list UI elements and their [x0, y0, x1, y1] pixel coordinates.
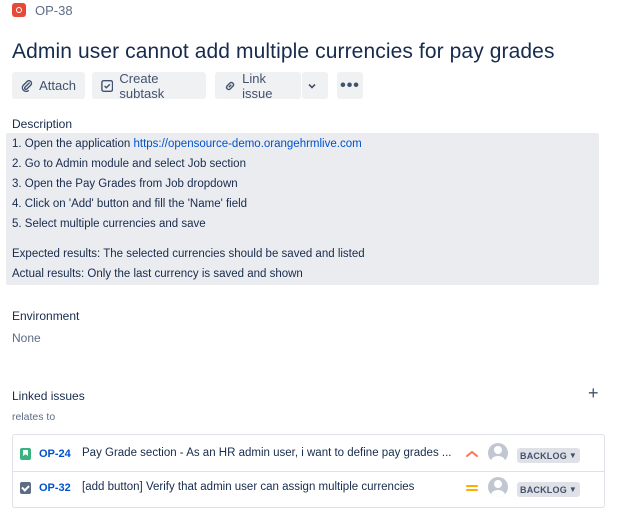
priority-medium-icon — [466, 485, 478, 491]
more-icon: ••• — [340, 76, 360, 94]
chevron-down-icon: ▼ — [568, 451, 578, 460]
linked-issue-key[interactable]: OP-32 — [39, 482, 71, 494]
chevron-down-icon — [308, 83, 316, 89]
add-linked-issue-button[interactable]: + — [588, 384, 599, 402]
status-label: BACKLOG — [520, 450, 567, 461]
linked-issues-label: Linked issues — [12, 389, 85, 403]
environment-value[interactable]: None — [12, 331, 41, 345]
description-step-1-text: 1. Open the application — [12, 138, 134, 150]
link-options-dropdown[interactable] — [302, 72, 328, 99]
description-step-3: 3. Open the Pay Grades from Job dropdown — [12, 178, 238, 190]
description-step-1: 1. Open the application https://opensour… — [12, 138, 362, 150]
paperclip-icon — [21, 79, 33, 92]
create-subtask-label: Create subtask — [119, 70, 165, 101]
chevron-down-icon: ▼ — [568, 485, 578, 494]
linked-issues-list: OP-24 Pay Grade section - As an HR admin… — [12, 434, 605, 508]
linked-issue-key[interactable]: OP-24 — [39, 448, 71, 460]
task-icon — [20, 482, 31, 494]
issue-key-link[interactable]: OP-38 — [35, 3, 73, 18]
assignee-avatar[interactable] — [488, 443, 508, 463]
environment-label: Environment — [12, 309, 80, 323]
expected-results: Expected results: The selected currencie… — [12, 248, 365, 260]
link-issue-label: Link issue — [242, 70, 273, 101]
issue-title[interactable]: Admin user cannot add multiple currencie… — [12, 40, 555, 64]
link-issue-button[interactable]: Link issue — [215, 70, 301, 101]
application-url-link[interactable]: https://opensource-demo.orangehrmlive.co… — [133, 138, 361, 150]
description-step-4: 4. Click on 'Add' button and fill the 'N… — [12, 198, 248, 210]
description-step-2: 2. Go to Admin module and select Job sec… — [12, 158, 246, 170]
assignee-avatar[interactable] — [488, 477, 508, 497]
status-dropdown[interactable]: BACKLOG ▼ — [517, 448, 581, 463]
priority-high-icon — [466, 450, 478, 457]
attach-button[interactable]: Attach — [12, 72, 85, 99]
linked-issue-summary[interactable]: Pay Grade section - As an HR admin user,… — [82, 447, 451, 459]
linked-issue-row[interactable]: OP-24 Pay Grade section - As an HR admin… — [13, 437, 604, 472]
status-dropdown[interactable]: BACKLOG ▼ — [517, 482, 581, 497]
description-label: Description — [12, 117, 73, 131]
actual-results: Actual results: Only the last currency i… — [12, 268, 303, 280]
linked-issue-summary[interactable]: [add button] Verify that admin user can … — [82, 481, 414, 493]
relation-label: relates to — [12, 411, 56, 423]
link-icon — [225, 81, 235, 90]
story-icon — [20, 448, 31, 460]
linked-issue-row[interactable]: OP-32 [add button] Verify that admin use… — [13, 471, 604, 505]
create-subtask-button[interactable]: Create subtask — [92, 70, 206, 101]
description-step-5: 5. Select multiple currencies and save — [12, 218, 206, 230]
status-label: BACKLOG — [520, 484, 567, 495]
attach-label: Attach — [39, 78, 76, 93]
more-actions-button[interactable]: ••• — [337, 72, 363, 99]
subtask-icon — [101, 79, 114, 92]
bug-icon — [12, 3, 26, 17]
